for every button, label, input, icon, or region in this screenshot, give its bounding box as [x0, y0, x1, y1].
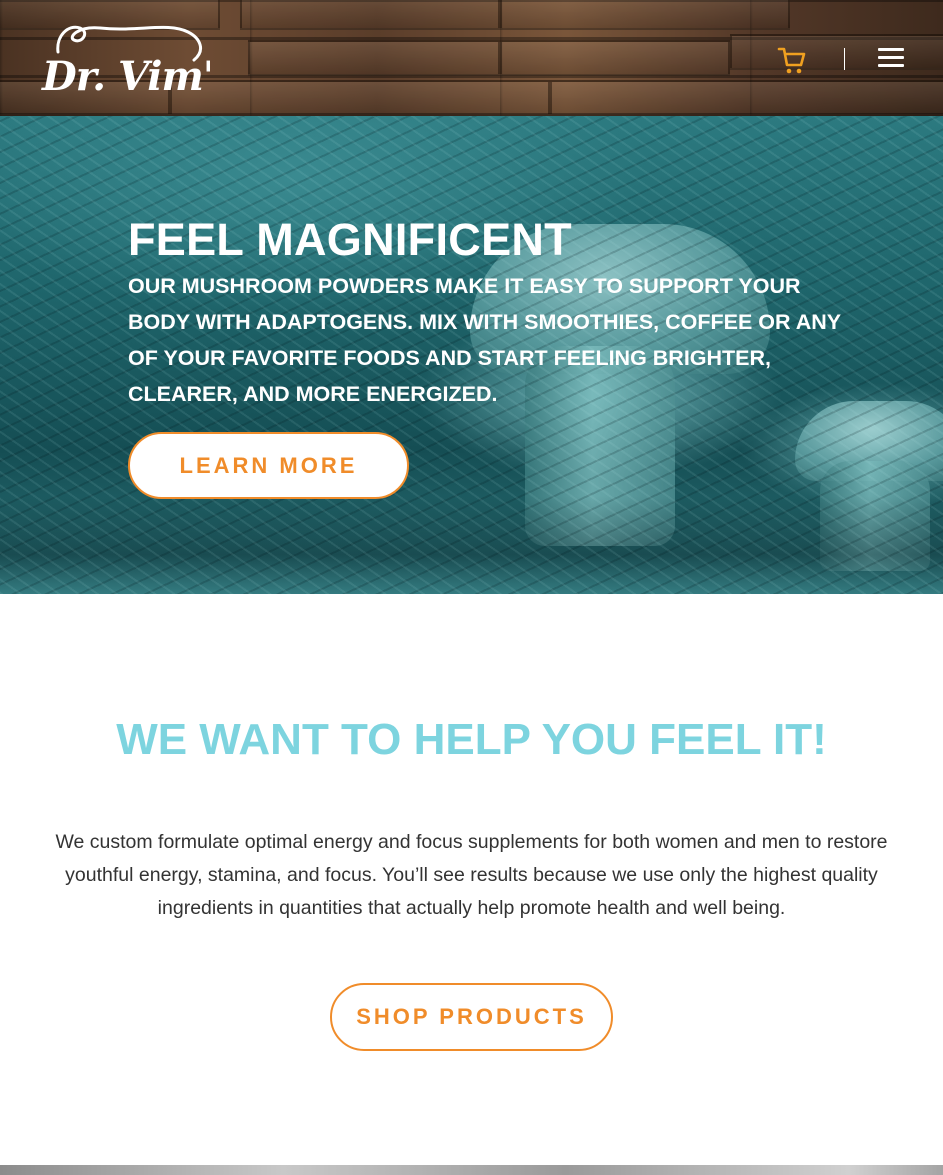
header-divider: [844, 48, 845, 70]
wood-plank: [240, 0, 500, 30]
section-headline: WE WANT TO HELP YOU FEEL IT!: [116, 715, 827, 764]
wood-plank: [248, 40, 500, 76]
wood-plank: [550, 80, 943, 116]
learn-more-button[interactable]: LEARN MORE: [128, 432, 409, 499]
logo-script-mark: Dr. Vim's: [41, 25, 237, 100]
svg-text:Dr. Vim's: Dr. Vim's: [41, 53, 210, 98]
wood-plank: [730, 34, 943, 70]
section-body-text: We custom formulate optimal energy and f…: [55, 831, 888, 919]
site-header: Dr. Vim's: [0, 0, 943, 116]
hero-title: FEEL MAGNIFICENT: [128, 214, 572, 265]
wood-plank: [500, 40, 730, 76]
next-section-edge: [0, 1165, 943, 1175]
wood-plank: [170, 80, 550, 116]
hamburger-menu-icon[interactable]: [878, 48, 904, 70]
hero-subtitle: OUR MUSHROOM POWDERS MAKE IT EASY TO SUP…: [128, 274, 841, 406]
brand-logo[interactable]: Dr. Vim's: [38, 18, 237, 100]
shop-products-button[interactable]: SHOP PRODUCTS: [330, 983, 613, 1051]
cart-icon[interactable]: [776, 44, 808, 76]
wood-plank: [500, 0, 790, 30]
